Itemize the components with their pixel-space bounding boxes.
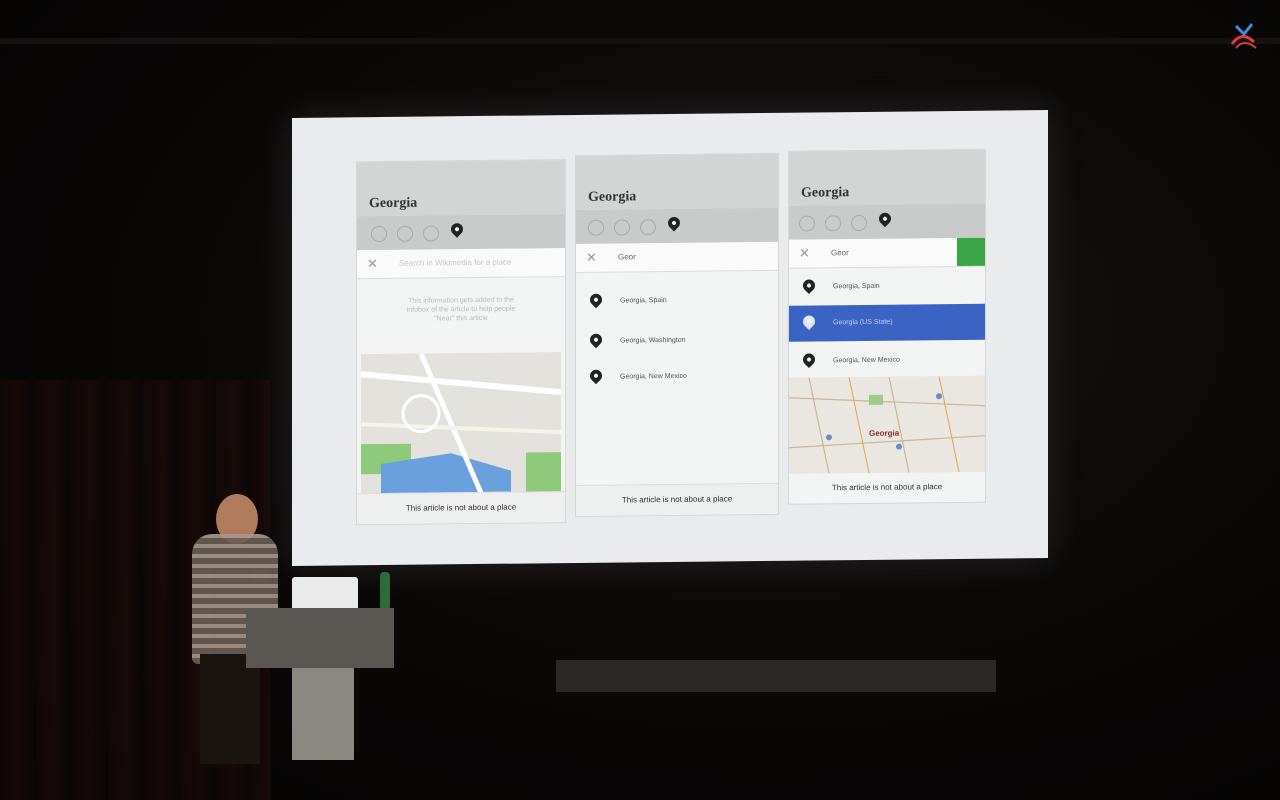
mockup-panel-3: Georgia ✕ Geor Georgia, Spain Georgia (U… <box>788 148 986 505</box>
search-row: ✕ Geor <box>789 237 985 269</box>
mockup-panel-2: Georgia ✕ Geor Georgia, Spain Georgia, W… <box>575 152 779 517</box>
result-item[interactable]: Georgia, Washington <box>576 322 778 360</box>
panel-table <box>556 660 996 692</box>
result-label: Georgia, New Mexico <box>620 372 687 381</box>
result-label: Georgia (US State) <box>833 318 893 327</box>
step-indicator <box>789 203 985 240</box>
search-row: ✕ Search in Wikimedia for a place <box>357 248 565 280</box>
result-item[interactable]: Georgia, New Mexico <box>576 358 778 396</box>
stage-truss <box>0 38 1280 44</box>
conference-logo-icon <box>1230 23 1257 49</box>
result-label: Georgia, New Mexico <box>833 356 900 365</box>
close-icon[interactable]: ✕ <box>367 256 378 272</box>
result-item[interactable]: Georgia, New Mexico <box>789 342 985 380</box>
bottle <box>380 572 390 608</box>
step-indicator <box>576 207 778 244</box>
map-preview <box>361 352 561 495</box>
projection-screen: Georgia ✕ Search in Wikimedia for a plac… <box>292 110 1048 566</box>
close-icon[interactable]: ✕ <box>799 246 810 262</box>
step-indicator <box>357 214 565 251</box>
auditorium: Georgia ✕ Search in Wikimedia for a plac… <box>0 0 1280 800</box>
result-item-selected[interactable]: Georgia (US State) <box>789 303 985 342</box>
result-item[interactable]: Georgia, Spain <box>789 268 985 306</box>
result-label: Georgia, Spain <box>833 282 880 291</box>
search-row: ✕ Geor <box>576 241 778 273</box>
search-placeholder[interactable]: Search in Wikimedia for a place <box>399 258 512 268</box>
panel-title: Georgia <box>789 149 985 206</box>
panel-title: Georgia <box>576 153 778 210</box>
hint-text: This information gets added to the infob… <box>406 296 516 323</box>
map-label: Georgia <box>869 428 900 438</box>
panel-title: Georgia <box>357 160 565 217</box>
search-input[interactable]: Geor <box>618 252 636 261</box>
search-input[interactable]: Geor <box>831 248 849 257</box>
result-label: Georgia, Washington <box>620 336 686 345</box>
podium <box>246 608 394 668</box>
mockup-panel-1: Georgia ✕ Search in Wikimedia for a plac… <box>356 159 566 526</box>
not-a-place-link[interactable]: This article is not about a place <box>789 472 985 504</box>
not-a-place-link[interactable]: This article is not about a place <box>576 482 778 516</box>
result-label: Georgia, Spain <box>620 297 667 305</box>
close-icon[interactable]: ✕ <box>586 250 597 266</box>
result-item[interactable]: Georgia, Spain <box>576 282 778 320</box>
state-map: Georgia <box>789 375 985 474</box>
not-a-place-link[interactable]: This article is not about a place <box>357 491 565 525</box>
podium-base <box>292 668 354 760</box>
confirm-button[interactable] <box>957 237 985 266</box>
